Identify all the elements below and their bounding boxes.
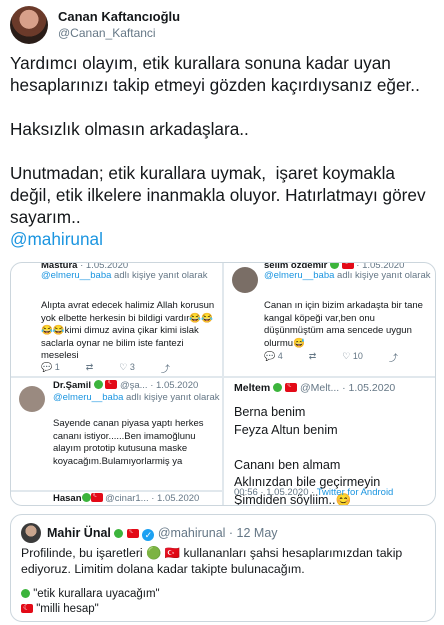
retweet-icon: ⇄ xyxy=(308,351,317,361)
mention-link[interactable]: @mahirunal xyxy=(10,229,103,249)
tweet-meta: 00:56 · 1.05.2020 · Twitter for Android xyxy=(234,487,394,498)
quote-header: Mahir Ünal ✓ @mahirunal · 12 May xyxy=(47,526,278,541)
like-icon: ♡ 10 xyxy=(342,351,363,361)
reply-actions: 💬 1 ⇄ ♡ 3 ⤴ xyxy=(41,362,170,375)
author-name[interactable]: Canan Kaftancıoğlu xyxy=(58,9,180,24)
tweet-media[interactable]: Mastura · 1.05.2020 @elmeru__baba adlı k… xyxy=(10,262,436,506)
reply-text: Canan ın için bizim arkadaşta bir tane k… xyxy=(264,300,423,349)
screenshot-reply-1: Mastura · 1.05.2020 @elmeru__baba adlı k… xyxy=(11,263,222,376)
tweet-header: Meltem @Melt... · 1.05.2020 xyxy=(234,380,395,394)
reply-text: Sayende canan piyasa yaptı herkes cananı… xyxy=(53,418,204,467)
reply-context: @elmeru__baba adlı kişiye yanıt olarak xyxy=(53,392,220,403)
reply-context: @elmeru__baba adlı kişiye yanıt olarak xyxy=(41,270,208,281)
reply-actions: 💬 4 ⇄ ♡ 10 ⤴ xyxy=(264,351,398,364)
author-handle[interactable]: @Canan_Kaftanci xyxy=(58,26,156,40)
reply-icon: 💬 4 xyxy=(264,351,283,361)
reply-header: Hasan @cinar1... · 1.05.2020 xyxy=(53,492,199,504)
share-icon: ⤴ xyxy=(388,353,398,363)
tweet-header: Canan Kaftancıoğlu @Canan_Kaftanci xyxy=(10,6,434,46)
reply-text: Alıpta avrat edecek halimiz Allah korusu… xyxy=(41,300,215,361)
screenshot-reply-3: Dr.Şamil @şa... · 1.05.2020 @elmeru__bab… xyxy=(11,378,222,490)
share-icon: ⤴ xyxy=(160,364,170,374)
reply-avatar xyxy=(232,267,258,293)
reply-context: @elmeru__baba adlı kişiye yanıt olarak xyxy=(264,270,431,281)
retweet-icon: ⇄ xyxy=(85,362,94,372)
tweet-body: Yardımcı olayım, etik kurallara sonuna k… xyxy=(10,53,426,227)
quote-avatar xyxy=(21,523,41,543)
tweet-text: Yardımcı olayım, etik kurallara sonuna k… xyxy=(10,52,436,250)
reply-header: Dr.Şamil @şa... · 1.05.2020 xyxy=(53,378,198,391)
reply-icon: 💬 1 xyxy=(41,362,60,372)
verified-icon: ✓ xyxy=(142,529,155,541)
turkish-flag-icon xyxy=(21,601,33,615)
author-avatar[interactable] xyxy=(10,6,48,44)
like-icon: ♡ 3 xyxy=(119,362,135,372)
green-dot-icon xyxy=(21,589,30,598)
screenshot-tweet-meltem: Meltem @Melt... · 1.05.2020 Berna benim … xyxy=(224,378,435,505)
quoted-tweet[interactable]: Mahir Ünal ✓ @mahirunal · 12 May Profili… xyxy=(10,514,436,622)
quote-text: Profilinde, bu işaretleri 🟢 🇹🇷 kullananl… xyxy=(21,546,403,576)
screenshot-reply-2: selim özdemir · 1.05.2020 @elmeru__baba … xyxy=(224,263,435,376)
reply-avatar xyxy=(19,386,45,412)
screenshot-reply-5: Hasan @cinar1... · 1.05.2020 xyxy=(11,492,222,505)
quote-legend: "etik kurallara uyacağım" "milli hesap" xyxy=(21,587,160,616)
